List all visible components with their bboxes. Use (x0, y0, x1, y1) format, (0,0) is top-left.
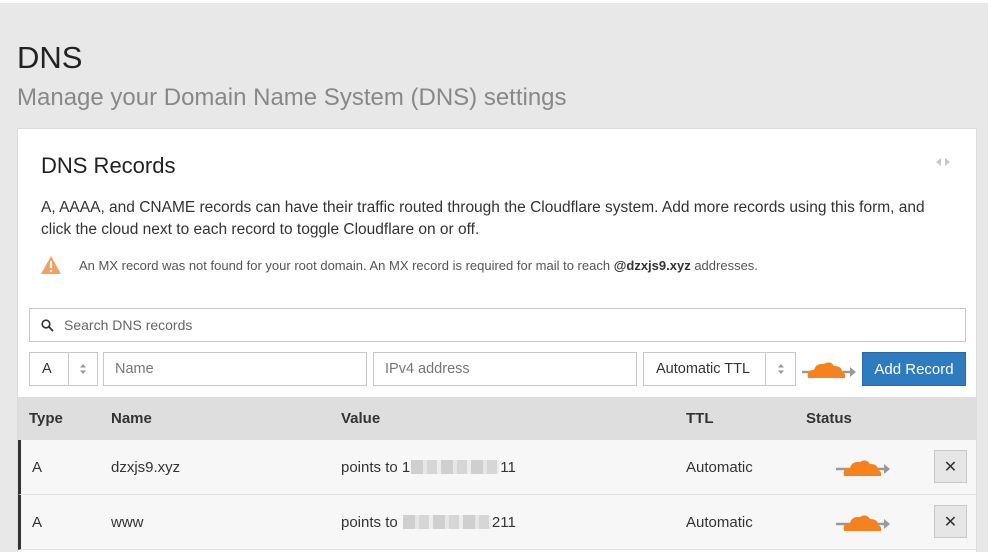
value-lead: 1 (401, 459, 411, 476)
warning-triangle-icon (41, 256, 61, 274)
value-prefix: points to (341, 514, 398, 531)
ipv4-field[interactable] (373, 352, 637, 386)
page-subtitle: Manage your Domain Name System (DNS) set… (17, 84, 567, 111)
dns-page: DNS Manage your Domain Name System (DNS)… (0, 0, 988, 552)
updown-stepper-icon[interactable] (765, 353, 795, 385)
record-type: A (32, 459, 43, 476)
ttl-select[interactable]: Automatic TTL (643, 352, 796, 386)
top-border (0, 0, 988, 3)
column-ttl: TTL (686, 410, 714, 427)
add-record-button[interactable]: Add Record (862, 352, 966, 386)
value-tail: 211 (491, 514, 516, 531)
record-value[interactable]: points to 211 (341, 514, 516, 531)
name-input[interactable] (104, 354, 366, 384)
cloudflare-cloud-icon[interactable] (836, 512, 890, 534)
mx-warning: An MX record was not found for your root… (41, 255, 758, 275)
dns-records-card: DNS Records A, AAAA, and CNAME records c… (17, 128, 977, 552)
record-type: A (32, 514, 43, 531)
search-icon (41, 318, 54, 332)
warning-domain: @dzxjs9.xyz (613, 257, 691, 273)
column-value: Value (341, 410, 381, 427)
column-status: Status (806, 410, 852, 427)
name-field[interactable] (103, 352, 367, 386)
record-type-value: A (42, 361, 52, 377)
table-row: A www points to 211 Automatic ✕ (18, 495, 976, 550)
search-input[interactable] (64, 310, 965, 340)
record-ttl[interactable]: Automatic (686, 459, 753, 476)
redacted-ip (402, 515, 491, 529)
warning-text: An MX record was not found for your root… (79, 257, 611, 273)
table-header: Type Name Value TTL Status (18, 397, 976, 440)
value-tail: 11 (500, 459, 516, 476)
record-name[interactable]: dzxjs9.xyz (111, 459, 180, 476)
search-box[interactable] (29, 308, 966, 342)
record-ttl[interactable]: Automatic (686, 514, 753, 531)
table-row: A dzxjs9.xyz points to 1 11 Automatic ✕ (18, 440, 976, 495)
record-value[interactable]: points to 1 11 (341, 459, 516, 476)
cloudflare-cloud-icon[interactable] (836, 457, 890, 479)
card-description: A, AAAA, and CNAME records can have thei… (41, 199, 925, 238)
record-name[interactable]: www (111, 514, 144, 531)
value-prefix: points to (341, 459, 398, 476)
delete-record-button[interactable]: ✕ (934, 505, 967, 538)
column-name: Name (111, 410, 152, 427)
card-title: DNS Records (41, 153, 176, 178)
redacted-ip (411, 460, 500, 474)
ttl-value: Automatic TTL (656, 361, 751, 377)
ipv4-input[interactable] (374, 354, 636, 384)
warning-suffix: addresses. (694, 257, 758, 273)
cloudflare-cloud-icon[interactable] (802, 358, 856, 382)
page-title: DNS (17, 40, 83, 75)
column-type: Type (29, 410, 63, 427)
record-type-select[interactable]: A (29, 352, 98, 386)
updown-stepper-icon[interactable] (67, 353, 97, 385)
expand-arrows-icon[interactable] (936, 157, 950, 167)
delete-record-button[interactable]: ✕ (934, 450, 967, 483)
